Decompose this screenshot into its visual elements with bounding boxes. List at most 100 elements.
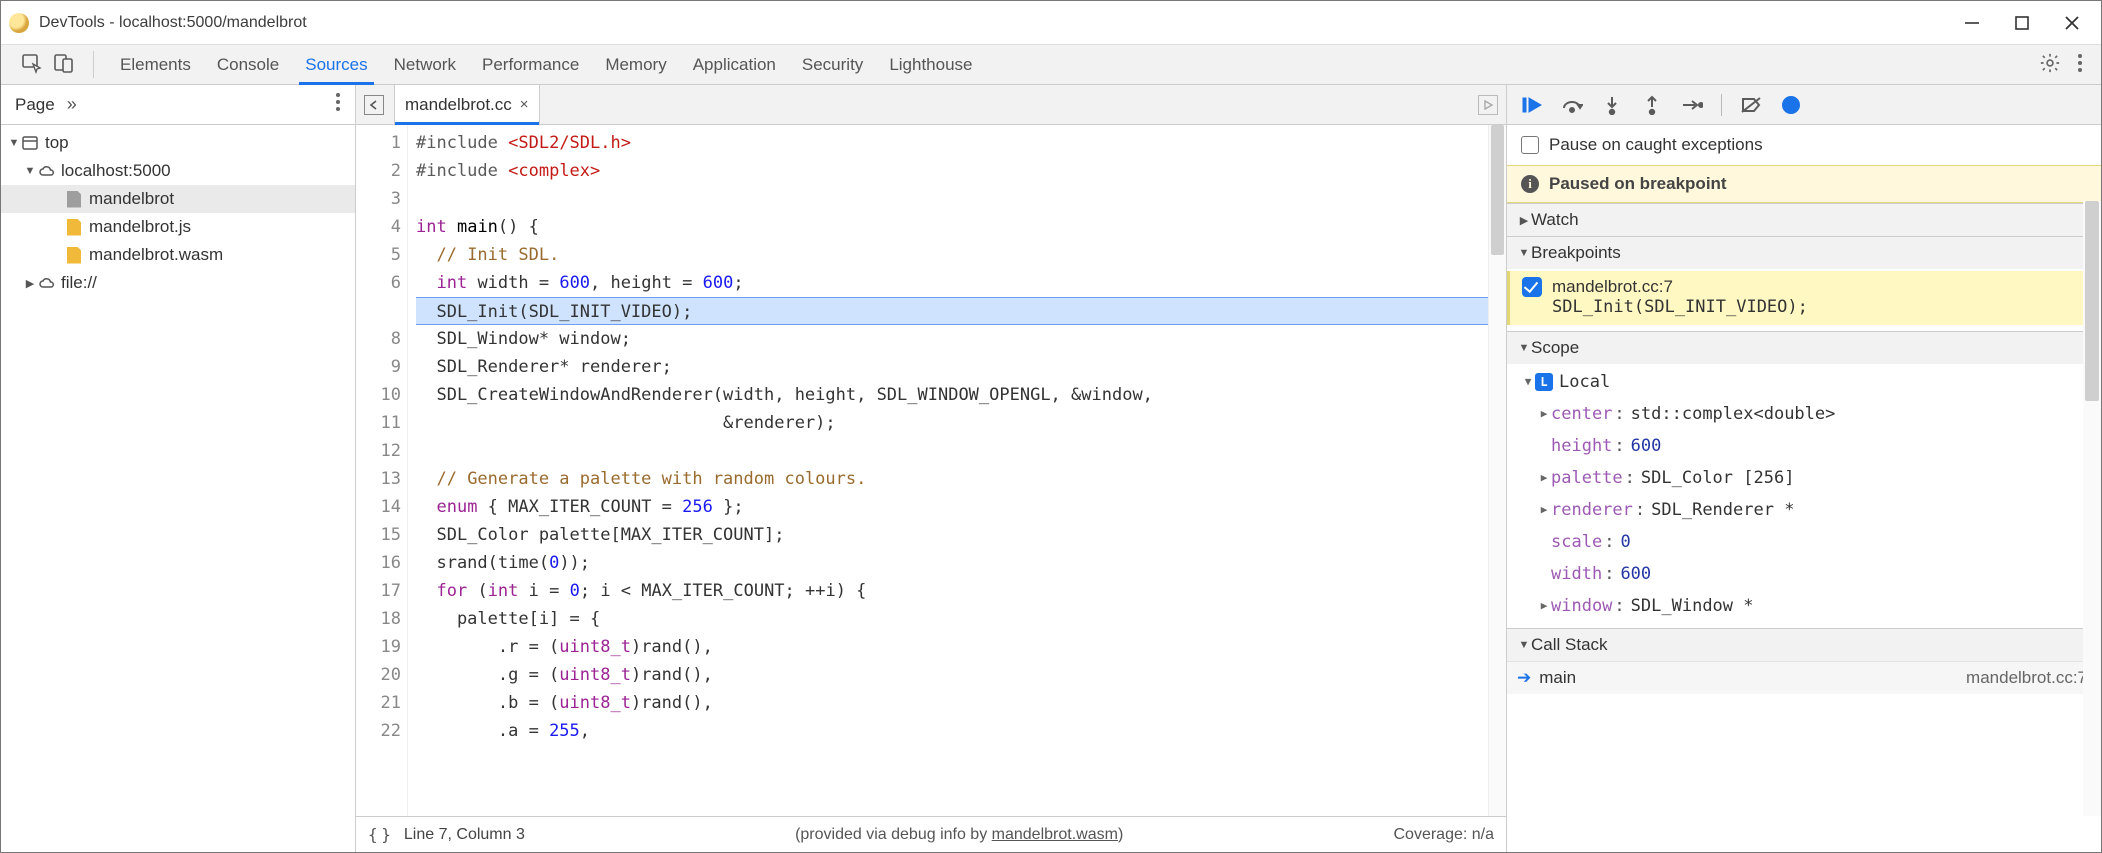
tree-file-mandelbrot-js[interactable]: mandelbrot.js [1,213,355,241]
tree-file-scheme[interactable]: ▶ file:// [1,269,355,297]
tab-network[interactable]: Network [394,45,456,84]
scope-var-palette[interactable]: ▶palette:SDL_Color [256] [1521,462,2101,494]
navigator-menu-icon[interactable] [335,92,341,118]
code-line[interactable]: enum { MAX_ITER_COUNT = 256 }; [416,493,1488,521]
code-line[interactable]: .a = 255, [416,717,1488,745]
code-line[interactable]: int main() { [416,213,1488,241]
code-line[interactable]: SDL_CreateWindowAndRenderer(width, heigh… [416,381,1488,409]
navigator-more-tabs-icon[interactable]: » [67,94,77,115]
line-number[interactable]: 14 [356,493,401,521]
line-number[interactable]: 7 [356,297,401,325]
code-line[interactable]: .b = (uint8_t)rand(), [416,689,1488,717]
window-maximize-button[interactable] [2013,14,2031,32]
code-line[interactable] [416,185,1488,213]
breakpoint-checkbox[interactable] [1522,277,1542,297]
breakpoint-item[interactable]: mandelbrot.cc:7 SDL_Init(SDL_INIT_VIDEO)… [1507,271,2101,325]
callstack-frame[interactable]: ➔ main mandelbrot.cc:7 [1507,661,2101,694]
tree-file-mandelbrot-wasm[interactable]: mandelbrot.wasm [1,241,355,269]
line-number[interactable]: 12 [356,437,401,465]
section-breakpoints-header[interactable]: ▼ Breakpoints [1507,237,2101,269]
code-line[interactable]: SDL_Renderer* renderer; [416,353,1488,381]
code-line[interactable]: .r = (uint8_t)rand(), [416,633,1488,661]
scope-var-renderer[interactable]: ▶renderer:SDL_Renderer * [1521,494,2101,526]
line-number[interactable]: 8 [356,325,401,353]
tab-lighthouse[interactable]: Lighthouse [889,45,972,84]
line-number[interactable]: 6 [356,269,401,297]
tab-elements[interactable]: Elements [120,45,191,84]
line-number[interactable]: 15 [356,521,401,549]
tab-memory[interactable]: Memory [605,45,666,84]
code-line[interactable]: // Init SDL. [416,241,1488,269]
section-callstack-header[interactable]: ▼ Call Stack [1507,629,2101,661]
pause-on-exceptions-button[interactable] [1780,94,1802,116]
inspect-element-icon[interactable] [21,52,43,77]
tab-console[interactable]: Console [217,45,279,84]
line-number[interactable]: 2 [356,157,401,185]
scope-var-height[interactable]: height:600 [1521,430,2101,462]
step-out-button[interactable] [1641,94,1663,116]
scope-var-center[interactable]: ▶center:std::complex<double> [1521,398,2101,430]
window-minimize-button[interactable] [1963,14,1981,32]
deactivate-breakpoints-button[interactable] [1740,94,1762,116]
line-number[interactable]: 21 [356,689,401,717]
code-line[interactable]: SDL_Init(SDL_INIT_VIDEO); [416,297,1488,325]
editor-nav-back-icon[interactable] [364,95,384,115]
code-line[interactable]: SDL_Color palette[MAX_ITER_COUNT]; [416,521,1488,549]
section-scope-header[interactable]: ▼ Scope [1507,332,2101,364]
device-toolbar-icon[interactable] [53,52,75,77]
code-line[interactable]: #include <complex> [416,157,1488,185]
line-number[interactable]: 16 [356,549,401,577]
code-line[interactable]: palette[i] = { [416,605,1488,633]
code-line[interactable]: #include <SDL2/SDL.h> [416,129,1488,157]
editor-scrollbar[interactable] [1488,125,1506,816]
code-line[interactable] [416,437,1488,465]
tree-host[interactable]: ▼ localhost:5000 [1,157,355,185]
editor-tab-close-icon[interactable]: × [520,96,529,113]
line-number[interactable]: 1 [356,129,401,157]
code-line[interactable]: &renderer); [416,409,1488,437]
editor-run-icon[interactable] [1478,95,1498,115]
step-over-button[interactable] [1561,94,1583,116]
settings-gear-icon[interactable] [2039,52,2061,77]
tab-application[interactable]: Application [693,45,776,84]
editor-code[interactable]: #include <SDL2/SDL.h>#include <complex> i… [408,125,1488,816]
editor-gutter[interactable]: 12345678910111213141516171819202122 [356,125,408,816]
section-watch-header[interactable]: ▶ Watch [1507,204,2101,236]
resume-button[interactable] [1521,94,1543,116]
window-close-button[interactable] [2063,14,2081,32]
step-into-button[interactable] [1601,94,1623,116]
line-number[interactable]: 17 [356,577,401,605]
line-number[interactable]: 19 [356,633,401,661]
pretty-print-icon[interactable]: { } [368,825,388,844]
debugger-scrollbar[interactable] [2083,201,2101,816]
tree-top-frame[interactable]: ▼ top [1,129,355,157]
navigator-tab-page[interactable]: Page [15,95,55,115]
step-button[interactable] [1681,94,1703,116]
line-number[interactable]: 13 [356,465,401,493]
pause-on-caught-checkbox[interactable] [1521,136,1539,154]
code-line[interactable]: SDL_Window* window; [416,325,1488,353]
tree-file-mandelbrot[interactable]: mandelbrot [1,185,355,213]
more-menu-icon[interactable] [2077,53,2083,76]
line-number[interactable]: 3 [356,185,401,213]
code-line[interactable]: srand(time(0)); [416,549,1488,577]
code-line[interactable]: for (int i = 0; i < MAX_ITER_COUNT; ++i)… [416,577,1488,605]
code-line[interactable]: .g = (uint8_t)rand(), [416,661,1488,689]
scope-var-scale[interactable]: scale:0 [1521,526,2101,558]
scope-var-window[interactable]: ▶window:SDL_Window * [1521,590,2101,622]
line-number[interactable]: 5 [356,241,401,269]
line-number[interactable]: 11 [356,409,401,437]
line-number[interactable]: 10 [356,381,401,409]
tab-performance[interactable]: Performance [482,45,579,84]
line-number[interactable]: 9 [356,353,401,381]
code-line[interactable]: // Generate a palette with random colour… [416,465,1488,493]
line-number[interactable]: 22 [356,717,401,745]
line-number[interactable]: 4 [356,213,401,241]
line-number[interactable]: 20 [356,661,401,689]
scope-var-width[interactable]: width:600 [1521,558,2101,590]
line-number[interactable]: 18 [356,605,401,633]
tab-security[interactable]: Security [802,45,863,84]
tab-sources[interactable]: Sources [305,45,367,84]
editor-tab-mandelbrot-cc[interactable]: mandelbrot.cc × [394,85,540,124]
debug-info-source-link[interactable]: mandelbrot.wasm [992,826,1118,843]
